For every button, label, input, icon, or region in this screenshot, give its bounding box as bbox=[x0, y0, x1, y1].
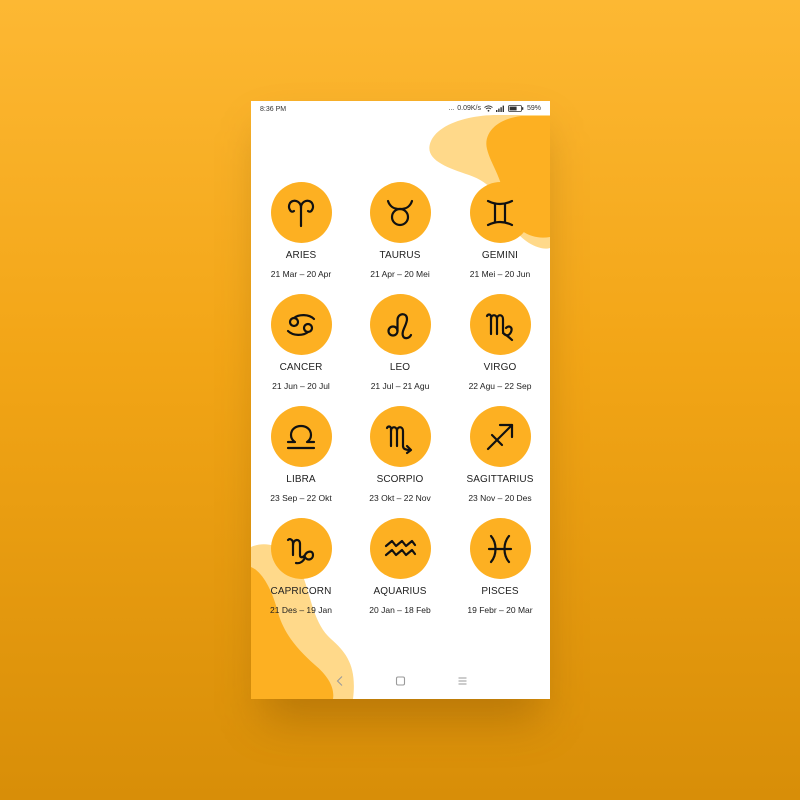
sign-circle[interactable] bbox=[270, 406, 332, 467]
sign-pisces[interactable]: PISCES 19 Febr – 20 Mar bbox=[450, 518, 550, 615]
sign-circle[interactable] bbox=[369, 406, 431, 467]
status-right: ... 0.09K/s 59% bbox=[448, 105, 541, 112]
zodiac-grid: ARIES 21 Mar – 20 Apr TAURUS 21 Apr – 20… bbox=[251, 101, 550, 699]
menu-icon[interactable] bbox=[457, 675, 468, 687]
sign-circle[interactable] bbox=[270, 182, 332, 243]
sign-cancer[interactable]: CANCER 21 Jun – 20 Jul bbox=[251, 294, 351, 391]
sign-name: ARIES bbox=[285, 250, 317, 261]
back-icon[interactable] bbox=[335, 675, 345, 687]
sign-leo[interactable]: LEO 21 Jul – 21 Agu bbox=[350, 294, 450, 391]
sign-name: SAGITTARIUS bbox=[466, 474, 534, 485]
sign-scorpio[interactable]: SCORPIO 23 Okt – 22 Nov bbox=[350, 406, 450, 503]
sign-name: LEO bbox=[389, 362, 411, 373]
sign-aquarius[interactable]: AQUARIUS 20 Jan – 18 Feb bbox=[350, 518, 450, 615]
sign-dates: 23 Sep – 22 Okt bbox=[270, 493, 332, 503]
sign-circle[interactable] bbox=[469, 294, 531, 355]
sign-name: CANCER bbox=[279, 362, 323, 373]
sign-dates: 22 Agu – 22 Sep bbox=[468, 381, 532, 391]
sign-circle[interactable] bbox=[469, 406, 531, 467]
sign-circle[interactable] bbox=[270, 518, 332, 579]
network-speed: 0.09K/s bbox=[457, 105, 481, 112]
sign-circle[interactable] bbox=[469, 518, 531, 579]
wifi-icon bbox=[484, 105, 493, 112]
sign-circle[interactable] bbox=[469, 182, 531, 243]
sign-dates: 21 Apr – 20 Mei bbox=[370, 269, 430, 279]
battery-icon bbox=[508, 105, 524, 112]
capricorn-icon bbox=[286, 537, 315, 564]
sign-dates: 21 Jul – 21 Agu bbox=[370, 381, 430, 391]
scorpio-icon bbox=[385, 424, 413, 454]
home-icon[interactable] bbox=[395, 675, 406, 687]
nav-bar bbox=[251, 667, 550, 697]
status-bar: 8:36 PM ... 0.09K/s 59% bbox=[251, 101, 550, 119]
sign-aries[interactable]: ARIES 21 Mar – 20 Apr bbox=[251, 182, 351, 279]
signal-icon bbox=[495, 105, 504, 112]
status-time: 8:36 PM bbox=[260, 106, 287, 113]
sign-capricorn[interactable]: CAPRICORN 21 Des – 19 Jan bbox=[251, 518, 351, 615]
sign-name: TAURUS bbox=[379, 250, 421, 261]
sign-gemini[interactable]: GEMINI 21 Mei – 20 Jun bbox=[450, 182, 550, 279]
taurus-icon bbox=[386, 199, 414, 226]
leo-icon bbox=[387, 312, 413, 339]
sign-sagittarius[interactable]: SAGITTARIUS 23 Nov – 20 Des bbox=[450, 406, 550, 503]
sign-circle[interactable] bbox=[369, 294, 431, 355]
sign-circle[interactable] bbox=[369, 182, 431, 243]
libra-icon bbox=[286, 424, 316, 449]
phone-screen: 8:36 PM ... 0.09K/s 59% ARIES 21 Mar – 2… bbox=[251, 101, 550, 699]
aries-icon bbox=[287, 199, 315, 227]
sign-name: GEMINI bbox=[481, 250, 519, 261]
sign-dates: 19 Febr – 20 Mar bbox=[467, 605, 533, 615]
sign-dates: 23 Okt – 22 Nov bbox=[369, 493, 431, 503]
sagittarius-icon bbox=[486, 423, 514, 450]
battery-percent: 59% bbox=[526, 105, 541, 112]
pisces-icon bbox=[487, 534, 513, 563]
sign-name: SCORPIO bbox=[376, 474, 424, 485]
sign-name: CAPRICORN bbox=[270, 586, 332, 597]
sign-circle[interactable] bbox=[270, 294, 332, 355]
sign-libra[interactable]: LIBRA 23 Sep – 22 Okt bbox=[251, 406, 351, 503]
cancer-icon bbox=[286, 313, 316, 336]
sign-dates: 21 Jun – 20 Jul bbox=[272, 381, 330, 391]
aquarius-icon bbox=[384, 539, 417, 556]
sign-name: LIBRA bbox=[286, 474, 316, 485]
sign-name: VIRGO bbox=[483, 362, 517, 373]
virgo-icon bbox=[485, 312, 514, 341]
sign-dates: 21 Des – 19 Jan bbox=[270, 605, 332, 615]
sign-name: PISCES bbox=[481, 586, 519, 597]
sign-dates: 21 Mar – 20 Apr bbox=[270, 269, 332, 279]
status-dots: ... bbox=[448, 105, 455, 112]
sign-circle[interactable] bbox=[369, 518, 431, 579]
sign-dates: 23 Nov – 20 Des bbox=[468, 493, 532, 503]
sign-taurus[interactable]: TAURUS 21 Apr – 20 Mei bbox=[350, 182, 450, 279]
sign-virgo[interactable]: VIRGO 22 Agu – 22 Sep bbox=[450, 294, 550, 391]
sign-name: AQUARIUS bbox=[373, 586, 427, 597]
sign-dates: 20 Jan – 18 Feb bbox=[369, 605, 431, 615]
gemini-icon bbox=[486, 199, 514, 226]
sign-dates: 21 Mei – 20 Jun bbox=[469, 269, 531, 279]
